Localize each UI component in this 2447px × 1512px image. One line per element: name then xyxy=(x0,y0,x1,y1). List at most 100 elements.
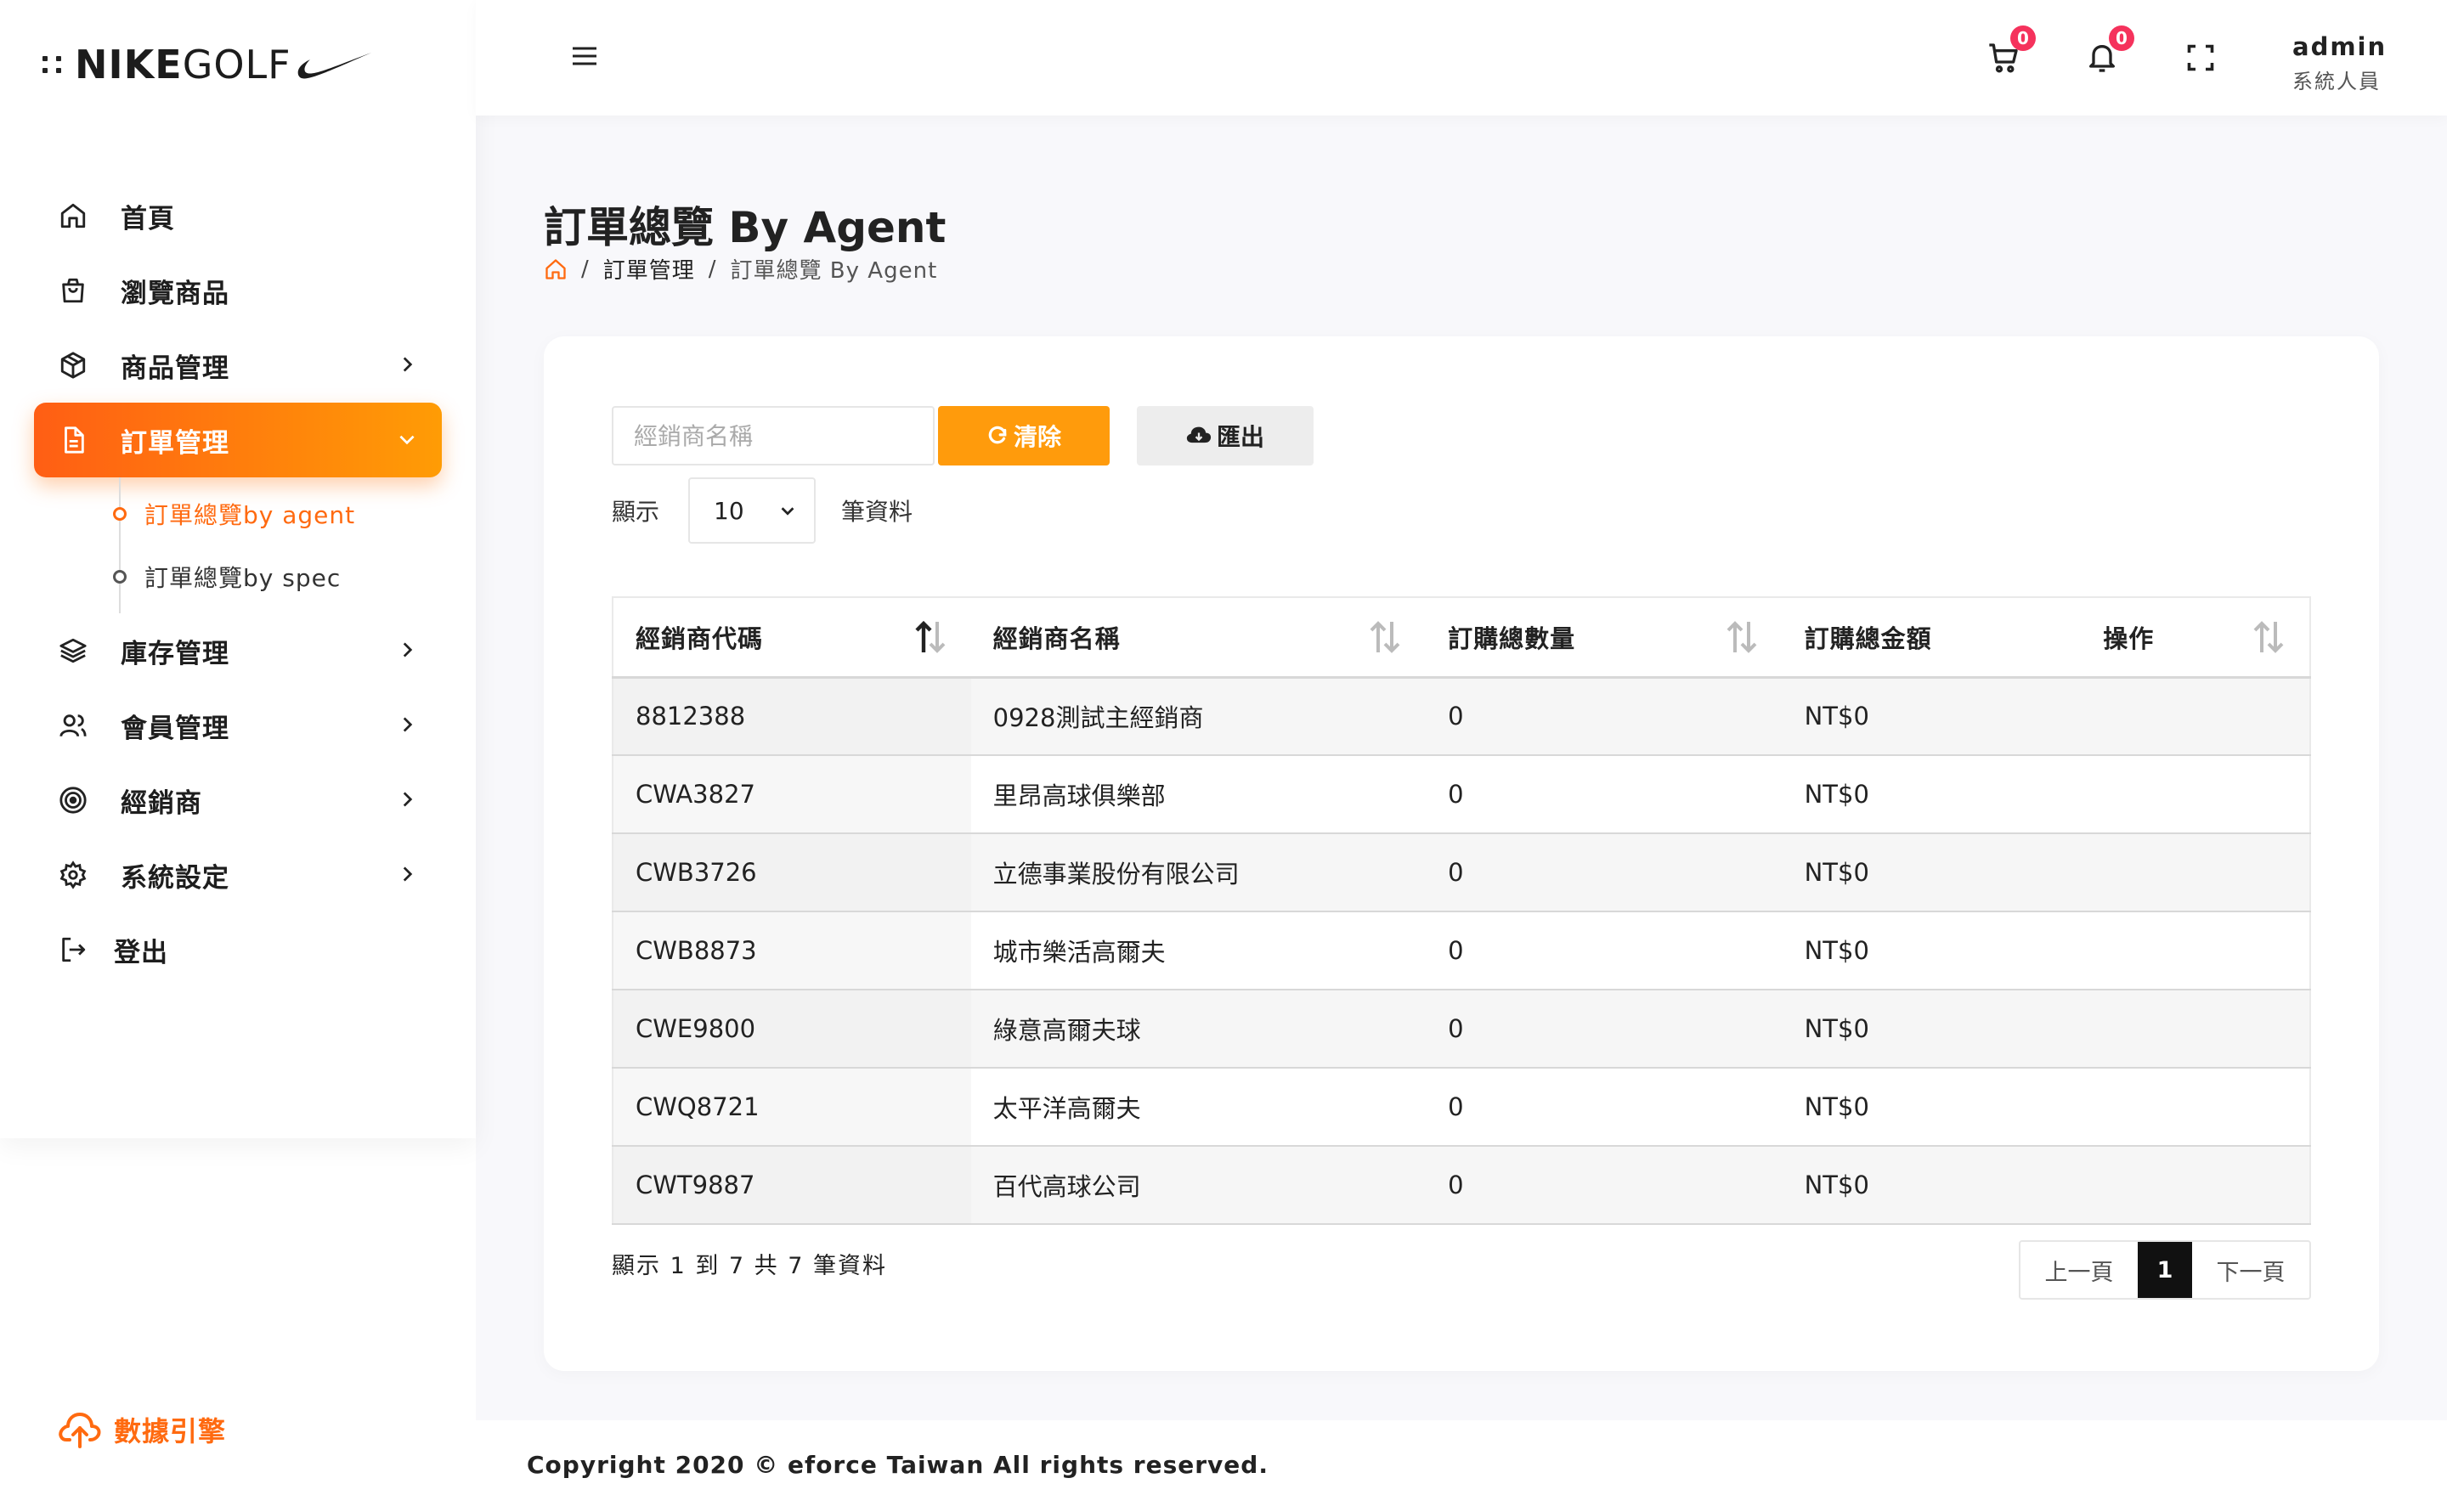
column-header-dealer-name[interactable]: 經銷商名稱 xyxy=(970,596,1427,679)
dealer-name-cell: 立德事業股份有限公司 xyxy=(970,833,1427,912)
actions-cell xyxy=(2081,755,2310,834)
next-page-button[interactable]: 下一頁 xyxy=(2192,1242,2309,1298)
sidebar-item-label: 經銷商 xyxy=(121,787,202,819)
sidebar-item-label: 登出 xyxy=(114,937,168,968)
sidebar-item-order-management[interactable]: 訂單管理 xyxy=(34,403,442,477)
export-button-label: 匯出 xyxy=(1216,424,1264,450)
dealer-code-cell: 8812388 xyxy=(613,677,971,756)
sidebar-item-home[interactable]: 首頁 xyxy=(34,178,442,253)
sidebar-item-dealers[interactable]: 經銷商 xyxy=(34,763,442,838)
chevron-down-icon xyxy=(399,435,415,445)
cloud-download-icon xyxy=(1186,426,1212,443)
prev-page-button[interactable]: 上一頁 xyxy=(2020,1242,2138,1298)
sidebar-item-browse-products[interactable]: 瀏覽商品 xyxy=(34,253,442,328)
total-amount-cell: NT$0 xyxy=(1782,911,2082,990)
copyright-text: Copyright 2020 © eforce Taiwan All right… xyxy=(527,1451,1269,1479)
table-row[interactable]: 8812388 0928測試主經銷商 0 NT$0 xyxy=(613,677,2310,756)
order-submenu: 訂單總覽by agent 訂單總覽by spec xyxy=(75,477,442,613)
page-length-control: 顯示 10 筆資料 xyxy=(612,477,913,544)
sort-icon xyxy=(1370,621,1400,653)
home-icon xyxy=(58,200,88,231)
table-row[interactable]: CWQ8721 太平洋高爾夫 0 NT$0 xyxy=(613,1068,2310,1147)
breadcrumb-section[interactable]: 訂單管理 xyxy=(603,253,695,285)
records-label: 筆資料 xyxy=(841,498,913,526)
notification-button[interactable]: 0 xyxy=(2082,25,2134,78)
table-header-row: 經銷商代碼 經銷商名稱 訂購總數量 訂購總金額 操作 xyxy=(613,596,2310,679)
orders-card: 清除 匯出 顯示 10 筆資料 經銷商代碼 經銷商名稱 xyxy=(544,336,2379,1371)
dealer-code-cell: CWB3726 xyxy=(613,833,971,912)
table-row[interactable]: CWT9887 百代高球公司 0 NT$0 xyxy=(613,1146,2310,1225)
export-button[interactable]: 匯出 xyxy=(1137,406,1314,465)
data-engine-link[interactable]: 數據引擎 xyxy=(58,1410,226,1449)
sidebar-item-label: 系統設定 xyxy=(121,862,229,894)
layers-icon xyxy=(58,635,88,666)
sidebar-item-label: 會員管理 xyxy=(121,713,229,744)
sidebar-item-label: 訂單管理 xyxy=(121,427,229,459)
actions-cell xyxy=(2081,677,2310,756)
user-menu[interactable]: admin 系統人員 xyxy=(2292,32,2420,94)
submenu-dot xyxy=(113,570,127,584)
fullscreen-button[interactable] xyxy=(2180,37,2221,78)
brand-logo[interactable]: NIKE GOLF xyxy=(42,37,442,92)
total-amount-cell: NT$0 xyxy=(1782,1146,2082,1225)
logo-dots xyxy=(42,56,63,73)
chevron-right-icon xyxy=(403,717,413,732)
table-row[interactable]: CWA3827 里昂高球俱樂部 0 NT$0 xyxy=(613,755,2310,834)
column-header-actions[interactable]: 操作 xyxy=(2081,596,2310,679)
dealer-name-cell: 百代高球公司 xyxy=(970,1146,1427,1225)
chevron-down-icon xyxy=(781,507,794,516)
actions-cell xyxy=(2081,833,2310,912)
column-header-dealer-code[interactable]: 經銷商代碼 xyxy=(613,596,971,679)
total-amount-cell: NT$0 xyxy=(1782,990,2082,1069)
submenu-dot xyxy=(113,507,127,521)
total-quantity-cell: 0 xyxy=(1426,1068,1783,1147)
actions-cell xyxy=(2081,990,2310,1069)
fullscreen-icon xyxy=(2187,44,2214,71)
sidebar-item-label: 商品管理 xyxy=(121,353,229,384)
table-row[interactable]: CWB3726 立德事業股份有限公司 0 NT$0 xyxy=(613,833,2310,912)
column-header-total-amount[interactable]: 訂購總金額 xyxy=(1782,596,2082,679)
dealer-name-cell: 綠意高爾夫球 xyxy=(970,990,1427,1069)
column-header-total-quantity[interactable]: 訂購總數量 xyxy=(1426,596,1783,679)
total-quantity-cell: 0 xyxy=(1426,1146,1783,1225)
clear-button[interactable]: 清除 xyxy=(938,406,1110,465)
page-title: 訂單總覽 By Agent xyxy=(544,203,947,252)
dealer-name-search-input[interactable] xyxy=(612,406,935,465)
chevron-right-icon xyxy=(403,357,413,372)
orders-table: 經銷商代碼 經銷商名稱 訂購總數量 訂購總金額 操作 8812388 0928測… xyxy=(612,596,2311,1225)
sidebar-item-logout[interactable]: 登出 xyxy=(34,912,442,987)
chevron-right-icon xyxy=(403,642,413,657)
cart-badge: 0 xyxy=(2010,25,2036,51)
submenu-item-orders-by-spec[interactable]: 訂單總覽by spec xyxy=(75,545,442,608)
actions-cell xyxy=(2081,911,2310,990)
home-icon[interactable] xyxy=(544,257,568,281)
sidebar-item-label: 庫存管理 xyxy=(121,638,229,669)
user-role: 系統人員 xyxy=(2292,70,2381,93)
page-length-select[interactable]: 10 xyxy=(688,477,817,544)
total-amount-cell: NT$0 xyxy=(1782,833,2082,912)
cart-button[interactable]: 0 xyxy=(1983,25,2036,78)
pagination: 上一頁 1 下一頁 xyxy=(2019,1240,2311,1300)
table-row[interactable]: CWB8873 城市樂活高爾夫 0 NT$0 xyxy=(613,911,2310,990)
page-length-value: 10 xyxy=(714,496,744,525)
sort-icon xyxy=(1726,621,1757,653)
dealer-name-cell: 里昂高球俱樂部 xyxy=(970,755,1427,834)
menu-toggle-icon[interactable] xyxy=(571,44,598,71)
submenu-item-orders-by-agent[interactable]: 訂單總覽by agent xyxy=(75,482,442,545)
gear-icon xyxy=(58,860,88,890)
sidebar-item-members[interactable]: 會員管理 xyxy=(34,688,442,763)
shopping-bag-icon xyxy=(58,275,88,306)
sidebar-item-product-management[interactable]: 商品管理 xyxy=(34,328,442,403)
table-info: 顯示 1 到 7 共 7 筆資料 xyxy=(612,1253,888,1279)
total-amount-cell: NT$0 xyxy=(1782,677,2082,756)
breadcrumb: / 訂單管理 / 訂單總覽 By Agent xyxy=(544,253,937,285)
sidebar-panel: NIKE GOLF 首頁 瀏覽商品 商品管理 訂單管理 訂單總覽by agent… xyxy=(0,0,476,1138)
sidebar-item-settings[interactable]: 系統設定 xyxy=(34,838,442,912)
dealer-code-cell: CWE9800 xyxy=(613,990,971,1069)
page-button-1[interactable]: 1 xyxy=(2138,1242,2192,1298)
sidebar-item-inventory[interactable]: 庫存管理 xyxy=(34,613,442,688)
cloud-upload-icon xyxy=(59,1413,101,1448)
total-amount-cell: NT$0 xyxy=(1782,1068,2082,1147)
table-row[interactable]: CWE9800 綠意高爾夫球 0 NT$0 xyxy=(613,990,2310,1069)
footer: Copyright 2020 © eforce Taiwan All right… xyxy=(476,1420,2447,1512)
